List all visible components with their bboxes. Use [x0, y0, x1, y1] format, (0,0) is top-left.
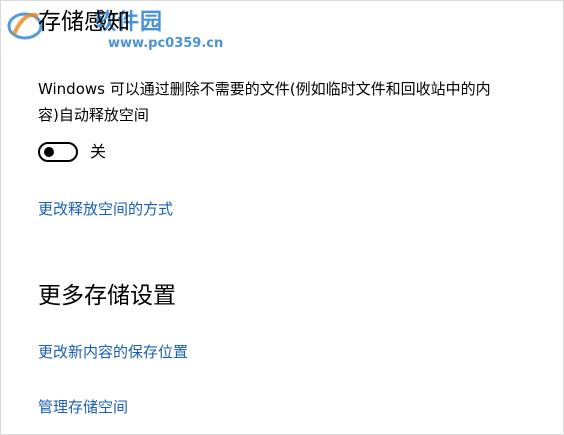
- toggle-knob: [44, 147, 54, 157]
- toggle-state-label: 关: [90, 142, 107, 161]
- manage-storage-spaces-link[interactable]: 管理存储空间: [38, 397, 128, 417]
- change-save-location-link[interactable]: 更改新内容的保存位置: [38, 342, 188, 362]
- storage-sense-description: Windows 可以通过删除不需要的文件(例如临时文件和回收站中的内容)自动释放…: [38, 80, 491, 124]
- more-storage-settings-title: 更多存储设置: [38, 283, 176, 309]
- storage-sense-toggle[interactable]: [38, 142, 78, 162]
- change-free-space-link[interactable]: 更改释放空间的方式: [38, 199, 173, 219]
- storage-sense-title: 存储感知: [38, 9, 130, 35]
- storage-sense-toggle-row: 关: [38, 139, 106, 165]
